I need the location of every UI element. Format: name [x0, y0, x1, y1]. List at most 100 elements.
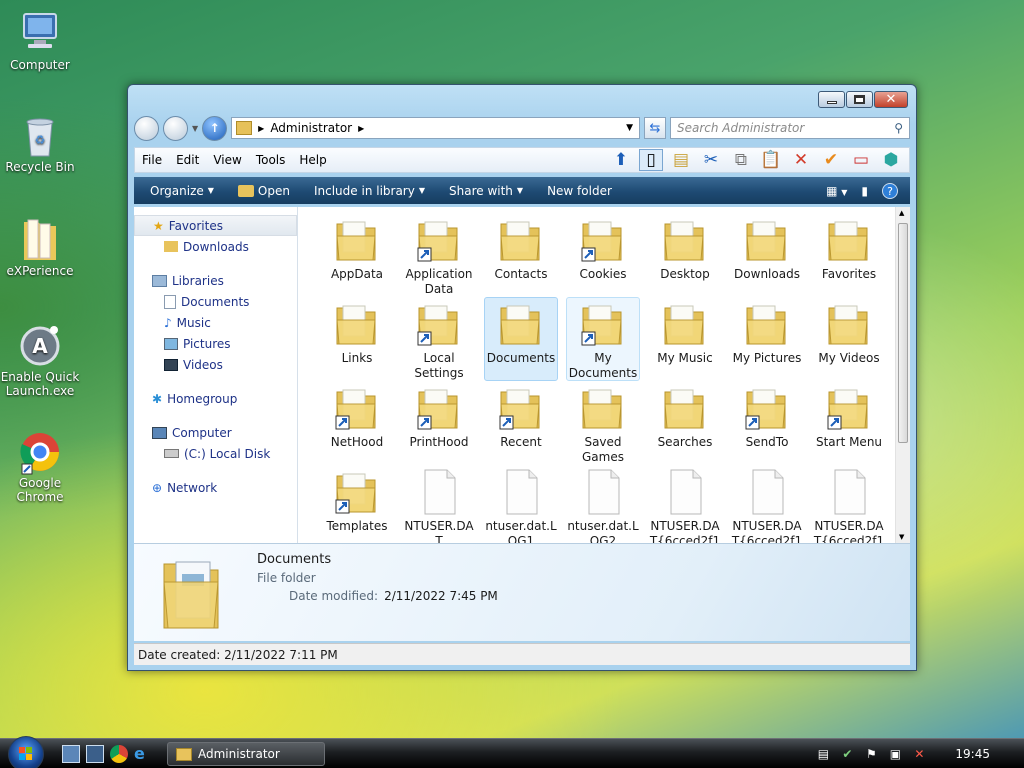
new-folder-button[interactable]: New folder [535, 184, 624, 198]
notepad-icon[interactable]: ▤ [815, 746, 831, 762]
preview-pane-icon[interactable]: ▯ [639, 149, 663, 171]
desktop-icon-google-chrome[interactable]: Google Chrome [0, 428, 80, 504]
up-button[interactable]: ↑ [202, 115, 228, 141]
search-input[interactable]: Search Administrator ⚲ [670, 117, 910, 139]
maximize-button[interactable] [846, 91, 873, 108]
scrollbar-thumb[interactable] [898, 223, 908, 443]
internet-explorer-icon[interactable]: e [134, 745, 152, 763]
menu-help[interactable]: Help [292, 153, 333, 167]
preview-pane-toggle-icon[interactable]: ▮ [861, 184, 868, 198]
nav-network[interactable]: ⊕ Network [134, 477, 297, 498]
address-bar[interactable]: ▶ Administrator ▶ ▼ [231, 117, 640, 139]
up-arrow-icon[interactable]: ⬆ [609, 149, 633, 171]
nav-videos[interactable]: Videos [134, 354, 297, 375]
scroll-down-icon[interactable]: ▼ [899, 533, 904, 541]
file-item[interactable]: Recent [484, 381, 558, 465]
show-desktop-icon[interactable] [62, 745, 80, 763]
file-item[interactable]: Saved Games [566, 381, 640, 465]
file-item[interactable]: Start Menu [812, 381, 886, 465]
file-item[interactable]: ntuser.dat.LOG1 [484, 465, 558, 543]
back-button[interactable] [134, 115, 159, 141]
address-dropdown-icon[interactable]: ▼ [626, 123, 633, 133]
file-item-hover[interactable]: My Documents [566, 297, 640, 381]
copy-icon[interactable]: ⧉ [729, 149, 753, 171]
recent-pages-icon[interactable]: ▼ [192, 124, 198, 133]
file-item[interactable]: NTUSER.DAT{6cced2f1 [812, 465, 886, 543]
globe-icon[interactable]: ⬢ [879, 149, 903, 171]
file-item[interactable]: NTUSER.DAT{6cced2f1 [730, 465, 804, 543]
delete-icon[interactable]: ✕ [789, 149, 813, 171]
nav-downloads[interactable]: Downloads [134, 236, 297, 257]
file-item[interactable]: Favorites [812, 213, 886, 297]
nav-local-disk[interactable]: (C:) Local Disk [134, 443, 297, 464]
menu-tools[interactable]: Tools [249, 153, 293, 167]
file-item[interactable]: AppData [320, 213, 394, 297]
file-item[interactable]: NetHood [320, 381, 394, 465]
view-options-icon[interactable]: ▦ ▼ [826, 184, 847, 198]
chrome-icon[interactable] [110, 745, 128, 763]
folder-options-icon[interactable]: ▤ [669, 149, 693, 171]
checkmark-icon[interactable]: ✔ [819, 149, 843, 171]
nav-favorites[interactable]: ★ Favorites [134, 215, 297, 236]
file-item[interactable]: Contacts [484, 213, 558, 297]
nav-computer[interactable]: Computer [134, 422, 297, 443]
file-item[interactable]: NTUSER.DAT [402, 465, 476, 543]
nav-homegroup[interactable]: ✱ Homegroup [134, 388, 297, 409]
refresh-button[interactable]: ⇆ [644, 117, 666, 139]
menu-edit[interactable]: Edit [169, 153, 206, 167]
file-item[interactable]: PrintHood [402, 381, 476, 465]
pictures-folder-icon [743, 300, 791, 348]
file-item[interactable]: Local Settings [402, 297, 476, 381]
clock[interactable]: 19:45 [955, 747, 990, 761]
nav-libraries[interactable]: Libraries [134, 270, 297, 291]
explorer-window[interactable]: ✕ ▼ ↑ ▶ Administrator ▶ ▼ ⇆ Search Admin… [127, 84, 917, 671]
forward-button[interactable] [163, 115, 188, 141]
scroll-up-icon[interactable]: ▲ [899, 209, 904, 217]
organize-label: Organize [150, 183, 204, 198]
close-button[interactable]: ✕ [874, 91, 908, 108]
search-icon[interactable]: ⚲ [894, 121, 903, 135]
menu-file[interactable]: File [135, 153, 169, 167]
desktop-icon-computer[interactable]: Computer [0, 10, 80, 72]
file-item[interactable]: SendTo [730, 381, 804, 465]
include-in-library-button[interactable]: Include in library ▼ [302, 184, 437, 198]
desktop-icon-enable-quick-launch[interactable]: A Enable Quick Launch.exe [0, 322, 80, 398]
vertical-scrollbar[interactable]: ▲ ▼ [895, 207, 910, 543]
shortcut-folder-icon [579, 300, 627, 348]
start-button[interactable] [8, 736, 44, 768]
file-item[interactable]: My Videos [812, 297, 886, 381]
desktop-icon-recycle-bin[interactable]: ♻ Recycle Bin [0, 112, 80, 174]
file-item[interactable]: My Pictures [730, 297, 804, 381]
flag-icon[interactable]: ⚑ [863, 746, 879, 762]
file-item[interactable]: Templates [320, 465, 394, 543]
file-item[interactable]: My Music [648, 297, 722, 381]
network-icon[interactable]: ▣ [887, 746, 903, 762]
minimize-button[interactable] [818, 91, 845, 108]
file-item[interactable]: ntuser.dat.LOG2 [566, 465, 640, 543]
nav-music[interactable]: ♪ Music [134, 312, 297, 333]
file-item[interactable]: NTUSER.DAT{6cced2f1 [648, 465, 722, 543]
security-icon[interactable]: ✔ [839, 746, 855, 762]
properties-icon[interactable]: ▭ [849, 149, 873, 171]
nav-pictures[interactable]: Pictures [134, 333, 297, 354]
switch-windows-icon[interactable] [86, 745, 104, 763]
volume-muted-icon[interactable]: ✕ [911, 746, 927, 762]
share-with-button[interactable]: Share with ▼ [437, 184, 535, 198]
details-name: Documents [257, 552, 332, 567]
open-button[interactable]: Open [226, 184, 302, 198]
file-item-selected[interactable]: Documents [484, 297, 558, 381]
file-item[interactable]: Cookies [566, 213, 640, 297]
nav-documents[interactable]: Documents [134, 291, 297, 312]
cut-icon[interactable]: ✂ [699, 149, 723, 171]
desktop-icon-experience[interactable]: eXPerience [0, 216, 80, 278]
paste-icon[interactable]: 📋 [759, 149, 783, 171]
file-item[interactable]: Downloads [730, 213, 804, 297]
file-item[interactable]: Links [320, 297, 394, 381]
file-item[interactable]: Searches [648, 381, 722, 465]
taskbar-item-administrator[interactable]: Administrator [167, 742, 325, 766]
menu-view[interactable]: View [206, 153, 248, 167]
file-item[interactable]: Application Data [402, 213, 476, 297]
help-icon[interactable]: ? [882, 182, 898, 199]
file-item[interactable]: Desktop [648, 213, 722, 297]
organize-button[interactable]: Organize ▼ [134, 184, 226, 198]
